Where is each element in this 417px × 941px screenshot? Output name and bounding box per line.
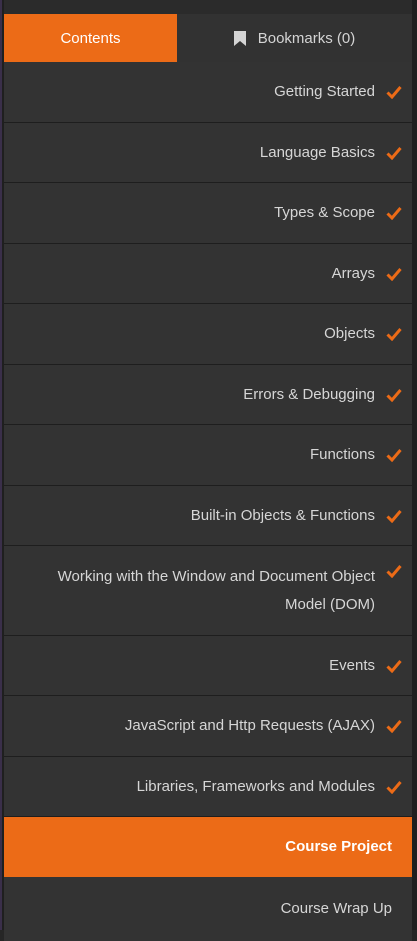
chapter-label: Types & Scope [274,204,375,221]
chapter-item-course-project[interactable]: Course Project [4,817,412,877]
chapter-item-built-in-objects[interactable]: Built-in Objects & Functions [4,486,412,546]
panel-tabs: Contents Bookmarks (0) [4,14,412,62]
chapter-item-course-wrap-up[interactable]: Course Wrap Up [4,877,412,941]
chapter-item-libraries[interactable]: Libraries, Frameworks and Modules [4,757,412,817]
chapter-label: Errors & Debugging [243,385,375,403]
chapter-label: Events [329,656,375,674]
chapter-item-types-scope[interactable]: Types & Scope [4,183,412,244]
tab-bookmarks[interactable]: Bookmarks (0) [177,14,412,62]
check-icon [386,388,402,402]
check-icon [386,328,402,341]
chapter-item-errors-debugging[interactable]: Errors & Debugging [4,365,412,425]
check-icon [386,86,402,99]
chapter-item-getting-started[interactable]: Getting Started [4,62,412,123]
course-navigation-panel: Contents Bookmarks (0) Getting Started L… [0,0,417,941]
chapter-label: Course Wrap Up [280,900,392,917]
right-border [412,0,417,930]
tab-contents[interactable]: Contents [4,14,177,62]
chapter-label: Objects [324,325,375,342]
tab-contents-label: Contents [60,29,121,47]
chapter-label: Course Project [285,837,392,855]
bookmark-icon [233,30,246,46]
chapter-label: Working with the Window and Document Obj… [57,567,375,613]
chapter-list: Getting Started Language Basics Types & … [4,62,412,941]
chapter-label: Libraries, Frameworks and Modules [136,777,375,795]
chapter-label: Language Basics [259,143,375,161]
chapter-item-language-basics[interactable]: Language Basics [4,123,412,183]
check-icon [386,659,402,673]
check-icon [386,780,402,794]
chapter-label: Getting Started [274,83,375,100]
tab-bookmarks-label: Bookmarks (0) [257,29,356,47]
check-icon [386,449,402,462]
chapter-label: Built-in Objects & Functions [190,506,375,524]
check-icon [386,146,402,160]
check-icon [386,207,402,220]
check-icon [386,267,402,281]
chapter-item-functions[interactable]: Functions [4,425,412,486]
chapter-item-arrays[interactable]: Arrays [4,244,412,304]
left-border-accent [0,0,2,930]
check-icon [386,720,402,733]
chapter-label: Functions [309,446,375,463]
chapter-item-window-dom[interactable]: Working with the Window and Document Obj… [4,546,412,636]
chapter-label: JavaScript and Http Requests (AJAX) [124,717,375,734]
chapter-item-events[interactable]: Events [4,636,412,696]
chapter-item-ajax[interactable]: JavaScript and Http Requests (AJAX) [4,696,412,757]
check-icon [386,565,402,578]
chapter-item-objects[interactable]: Objects [4,304,412,365]
check-icon [386,509,402,523]
chapter-label: Arrays [331,264,375,282]
